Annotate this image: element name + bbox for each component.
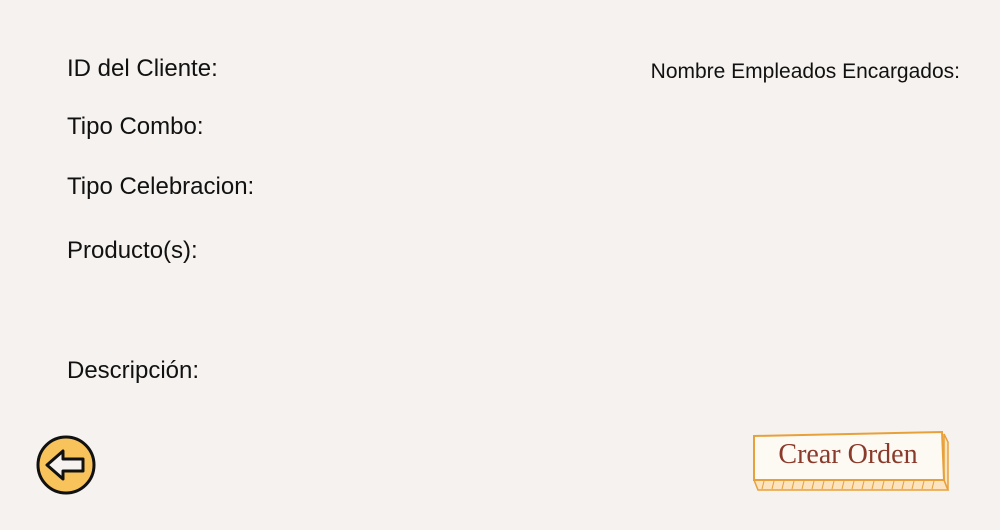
productos-label: Producto(s): [67, 237, 198, 264]
crear-orden-label: Crear Orden [778, 439, 918, 470]
descripcion-label: Descripción: [67, 357, 200, 384]
empleados-label: Nombre Empleados Encargados: [650, 60, 960, 83]
tipo-combo-label: Tipo Combo: [67, 113, 204, 140]
arrow-left-icon [36, 435, 96, 495]
back-button[interactable] [35, 434, 97, 496]
crear-orden-button[interactable]: Crear Orden [752, 430, 950, 492]
id-cliente-label: ID del Cliente: [67, 55, 218, 82]
tipo-celebracion-label: Tipo Celebracion: [67, 173, 255, 200]
